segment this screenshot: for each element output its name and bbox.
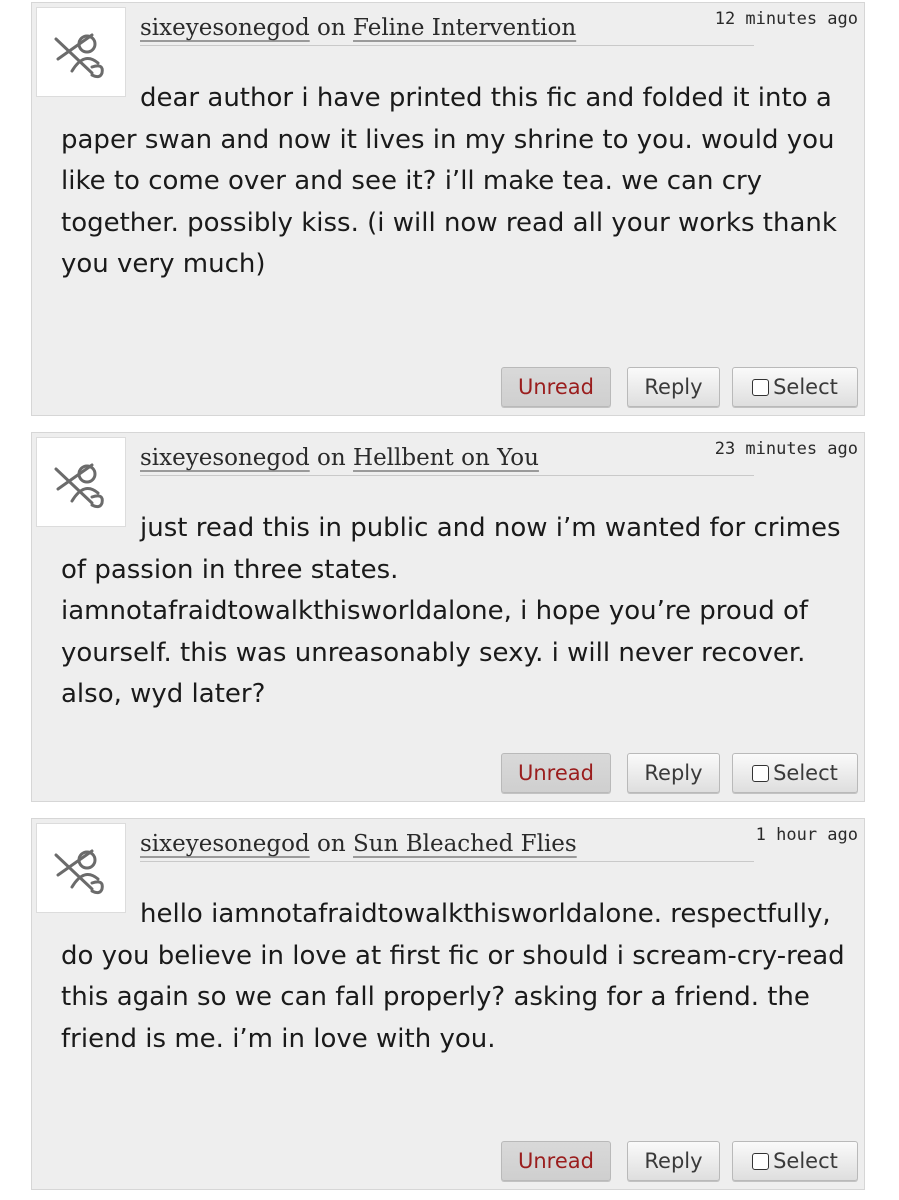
timestamp: 12 minutes ago bbox=[714, 9, 858, 29]
timestamp: 1 hour ago bbox=[755, 825, 858, 845]
checkbox-icon[interactable] bbox=[752, 1153, 770, 1170]
on-label: on bbox=[317, 831, 346, 857]
comment-heading: sixeyesonegod on Hellbent on You bbox=[140, 441, 754, 476]
on-label: on bbox=[317, 445, 346, 471]
default-avatar-icon bbox=[54, 463, 104, 509]
commenter-link[interactable]: sixeyesonegod bbox=[140, 445, 310, 471]
comment-card: sixeyesonegod on Sun Bleached Flies 1 ho… bbox=[31, 818, 865, 1190]
select-button[interactable]: Select bbox=[732, 1141, 858, 1181]
commenter-link[interactable]: sixeyesonegod bbox=[140, 15, 310, 41]
unread-button[interactable]: Unread bbox=[501, 1141, 611, 1181]
reply-button[interactable]: Reply bbox=[627, 367, 720, 407]
commenter-link[interactable]: sixeyesonegod bbox=[140, 831, 310, 857]
reply-button[interactable]: Reply bbox=[627, 1141, 720, 1181]
select-button[interactable]: Select bbox=[732, 367, 858, 407]
work-title-link[interactable]: Hellbent on You bbox=[353, 445, 539, 471]
comment-heading: sixeyesonegod on Sun Bleached Flies bbox=[140, 827, 754, 862]
unread-button[interactable]: Unread bbox=[501, 367, 611, 407]
comment-text: hello iamnotafraidtowalkthisworldalone. … bbox=[61, 899, 845, 1054]
timestamp: 23 minutes ago bbox=[714, 439, 858, 459]
default-avatar-icon bbox=[54, 33, 104, 79]
reply-button[interactable]: Reply bbox=[627, 753, 720, 793]
on-label: on bbox=[317, 15, 346, 41]
default-avatar-icon bbox=[54, 849, 104, 895]
work-title-link[interactable]: Feline Intervention bbox=[353, 15, 576, 41]
comment-card: sixeyesonegod on Feline Intervention 12 … bbox=[31, 2, 865, 416]
checkbox-icon[interactable] bbox=[752, 765, 770, 782]
comment-heading: sixeyesonegod on Feline Intervention bbox=[140, 11, 754, 46]
comment-card: sixeyesonegod on Hellbent on You 23 minu… bbox=[31, 432, 865, 802]
comment-text: dear author i have printed this fic and … bbox=[61, 83, 837, 279]
checkbox-icon[interactable] bbox=[752, 379, 770, 396]
select-label: Select bbox=[773, 375, 838, 399]
work-title-link[interactable]: Sun Bleached Flies bbox=[353, 831, 577, 857]
unread-button[interactable]: Unread bbox=[501, 753, 611, 793]
select-label: Select bbox=[773, 761, 838, 785]
comment-text: just read this in public and now i’m wan… bbox=[61, 513, 841, 709]
select-button[interactable]: Select bbox=[732, 753, 858, 793]
select-label: Select bbox=[773, 1149, 838, 1173]
